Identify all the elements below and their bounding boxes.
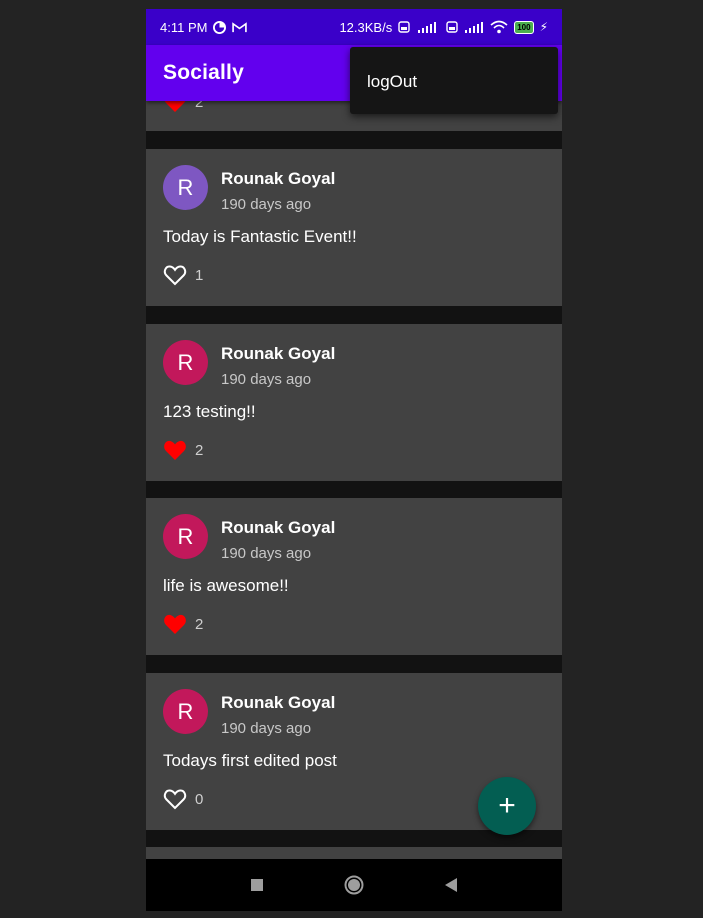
volte-icon-2 bbox=[446, 21, 458, 33]
gmail-icon bbox=[232, 21, 248, 32]
phone-screen: 4:11 PM 12.3KB/s 100 ⚡ Socially logOut 2… bbox=[146, 9, 562, 911]
like-count: 2 bbox=[195, 615, 204, 633]
signal-4g-icon bbox=[418, 22, 437, 33]
battery-icon: 100 bbox=[514, 20, 534, 34]
avatar: R bbox=[163, 689, 208, 734]
heart-outline-icon[interactable] bbox=[163, 264, 187, 286]
avatar-initial: R bbox=[177, 174, 194, 200]
status-time: 4:11 PM bbox=[160, 19, 208, 35]
post-time: 190 days ago bbox=[221, 196, 312, 213]
battery-level: 100 bbox=[517, 22, 531, 32]
charging-icon: ⚡ bbox=[539, 20, 548, 34]
status-bar: 4:11 PM 12.3KB/s 100 ⚡ bbox=[146, 9, 562, 45]
volte-icon bbox=[398, 21, 410, 33]
avatar-initial: R bbox=[177, 523, 194, 549]
home-button[interactable] bbox=[334, 865, 374, 905]
post-time: 190 days ago bbox=[221, 720, 312, 737]
post-text: Today is Fantastic Event!! bbox=[163, 227, 357, 246]
heart-filled-icon[interactable] bbox=[163, 101, 187, 113]
post-text: 123 testing!! bbox=[163, 402, 256, 421]
like-row: 2 bbox=[163, 101, 203, 113]
post-text: life is awesome!! bbox=[163, 576, 289, 595]
logout-menu-item[interactable]: logOut bbox=[367, 47, 417, 117]
post-author: Rounak Goyal bbox=[221, 693, 336, 712]
wifi-icon bbox=[490, 20, 508, 34]
like-row: 2 bbox=[163, 439, 203, 461]
recents-button[interactable] bbox=[237, 865, 277, 905]
plus-icon: + bbox=[498, 789, 516, 822]
signal-icon bbox=[465, 22, 484, 33]
posts-feed[interactable]: 2 R Rounak Goyal 190 days ago Today is F… bbox=[146, 101, 562, 859]
app-title: Socially bbox=[163, 61, 244, 84]
heart-filled-icon[interactable] bbox=[163, 439, 187, 461]
like-count: 2 bbox=[195, 441, 204, 459]
avatar-initial: R bbox=[177, 698, 194, 724]
circle-icon bbox=[344, 875, 364, 895]
post-author: Rounak Goyal bbox=[221, 169, 336, 188]
system-nav-bar bbox=[146, 859, 562, 911]
heart-outline-icon[interactable] bbox=[163, 788, 187, 810]
like-row: 2 bbox=[163, 613, 203, 635]
like-count: 2 bbox=[195, 101, 204, 111]
like-row: 0 bbox=[163, 788, 203, 810]
heart-filled-icon[interactable] bbox=[163, 613, 187, 635]
triangle-back-icon bbox=[445, 878, 458, 892]
like-row: 1 bbox=[163, 264, 203, 286]
avatar: R bbox=[163, 165, 208, 210]
post-text: Todays first edited post bbox=[163, 751, 337, 770]
post-author: Rounak Goyal bbox=[221, 344, 336, 363]
post-author: Rounak Goyal bbox=[221, 518, 336, 537]
overflow-menu: logOut bbox=[350, 47, 558, 114]
network-speed: 12.3KB/s bbox=[339, 19, 393, 35]
square-icon bbox=[250, 879, 263, 891]
post-time: 190 days ago bbox=[221, 371, 312, 388]
like-count: 0 bbox=[195, 790, 204, 808]
avatar-initial: R bbox=[177, 349, 194, 375]
post-card: R Rounak Goyal 190 days ago life is awes… bbox=[146, 498, 562, 655]
back-button[interactable] bbox=[431, 865, 471, 905]
avatar: R bbox=[163, 340, 208, 385]
post-time: 190 days ago bbox=[221, 545, 312, 562]
post-card: R Rounak Goyal 190 days ago 123 testing!… bbox=[146, 324, 562, 481]
post-card: R Rounak Goyal 190 days ago Today is Fan… bbox=[146, 149, 562, 306]
post-card-partial bbox=[146, 847, 562, 859]
add-post-button[interactable]: + bbox=[478, 777, 536, 835]
avatar: R bbox=[163, 514, 208, 559]
data-saver-icon bbox=[213, 20, 227, 34]
like-count: 1 bbox=[195, 266, 204, 284]
